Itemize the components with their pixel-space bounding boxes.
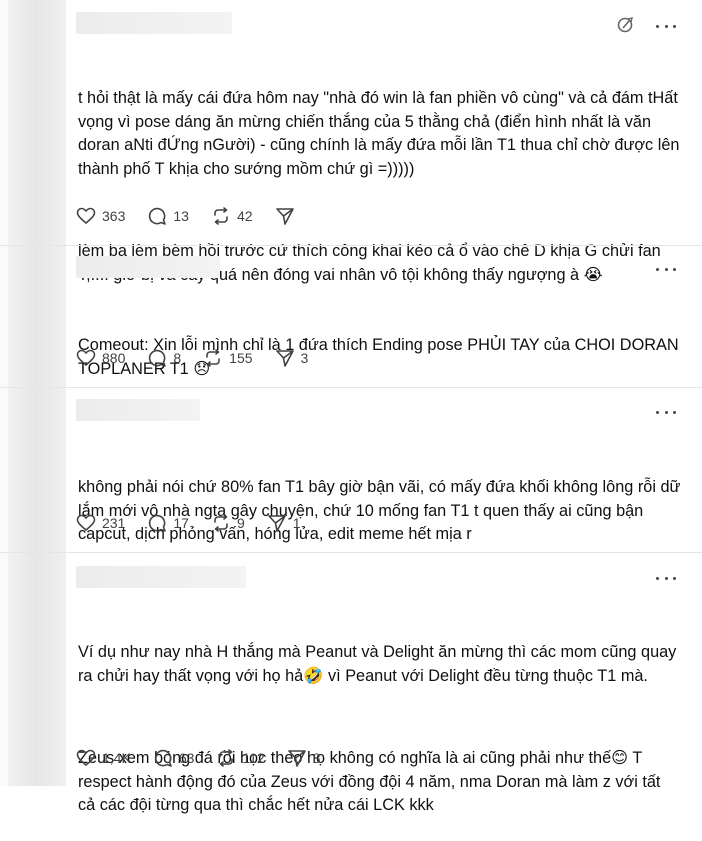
heart-icon — [76, 207, 96, 225]
more-options-icon[interactable] — [656, 572, 676, 584]
repost-icon — [219, 749, 234, 767]
post-divider — [0, 387, 702, 388]
send-icon — [275, 350, 294, 367]
repost-button[interactable]: 155 — [203, 348, 253, 368]
like-button[interactable]: 363 — [76, 207, 125, 225]
reply-count: 13 — [173, 208, 189, 224]
like-button[interactable]: 1,4K — [76, 749, 131, 767]
repost-icon — [214, 514, 228, 532]
post-text: Ví dụ như nay nhà H thắng mà Peanut và D… — [78, 594, 682, 841]
repost-count: 42 — [236, 208, 253, 224]
send-icon — [275, 208, 294, 225]
reply-count: 8 — [173, 350, 182, 366]
share-button[interactable]: 1 — [267, 513, 301, 533]
repost-button[interactable]: 112 — [216, 748, 265, 768]
like-button[interactable]: 880 — [76, 349, 125, 367]
comment-icon — [149, 349, 167, 367]
heart-icon — [76, 514, 96, 532]
like-count: 1,4K — [102, 750, 131, 766]
post-text: không phải nói chứ 80% fan T1 bây giờ bậ… — [78, 429, 682, 570]
repost-button[interactable]: 42 — [211, 206, 253, 226]
repost-count: 155 — [229, 350, 253, 366]
send-icon — [267, 515, 286, 532]
post-paragraph: t hỏi thật là mấy cái đứa hôm nay "nhà đ… — [78, 89, 684, 178]
repost-icon — [206, 349, 220, 367]
share-button[interactable]: 3 — [275, 348, 309, 368]
post-paragraph: Ví dụ như nay nhà H thắng mà Peanut và D… — [78, 643, 681, 685]
post-actions: 1,4K 63 112 8 — [76, 748, 343, 768]
like-count: 363 — [102, 208, 126, 224]
more-options-icon[interactable] — [656, 263, 676, 275]
post-actions: 231 17 9 1 — [76, 513, 323, 533]
blurred-author-name[interactable] — [76, 399, 200, 421]
comment-icon — [149, 514, 167, 532]
reply-button[interactable]: 13 — [147, 206, 189, 226]
share-button[interactable] — [275, 206, 301, 226]
like-count: 231 — [102, 515, 126, 531]
left-edge — [0, 0, 8, 786]
post-actions: 880 8 155 3 — [76, 348, 330, 368]
blurred-avatar-column — [8, 0, 66, 786]
repost-icon — [214, 207, 228, 225]
reply-button[interactable]: 8 — [147, 348, 181, 368]
blurred-author-name[interactable] — [76, 566, 246, 588]
heart-icon — [76, 349, 96, 367]
heart-icon — [76, 749, 96, 767]
like-button[interactable]: 231 — [76, 514, 125, 532]
share-count: 1 — [292, 515, 301, 531]
reply-button[interactable]: 17 — [147, 513, 189, 533]
blurred-author-name[interactable] — [76, 256, 220, 278]
share-count: 3 — [300, 350, 309, 366]
share-button[interactable]: 8 — [287, 748, 321, 768]
blurred-author-name[interactable] — [76, 12, 232, 34]
reply-count: 17 — [173, 515, 189, 531]
post-actions: 363 13 42 — [76, 206, 323, 226]
reply-button[interactable]: 63 — [153, 748, 195, 768]
like-count: 880 — [102, 350, 126, 366]
reply-count: 63 — [178, 750, 195, 766]
translate-icon[interactable] — [616, 15, 636, 35]
repost-count: 9 — [236, 515, 245, 531]
repost-count: 112 — [242, 750, 265, 766]
repost-button[interactable]: 9 — [211, 513, 245, 533]
more-options-icon[interactable] — [656, 20, 676, 32]
comment-icon — [154, 749, 172, 767]
post-paragraph: không phải nói chứ 80% fan T1 bây giờ bậ… — [78, 478, 685, 543]
send-icon — [287, 750, 306, 767]
post-divider — [0, 552, 702, 553]
more-options-icon[interactable] — [656, 406, 676, 418]
share-count: 8 — [312, 750, 321, 766]
comment-icon — [149, 207, 167, 225]
post-divider — [0, 245, 702, 246]
